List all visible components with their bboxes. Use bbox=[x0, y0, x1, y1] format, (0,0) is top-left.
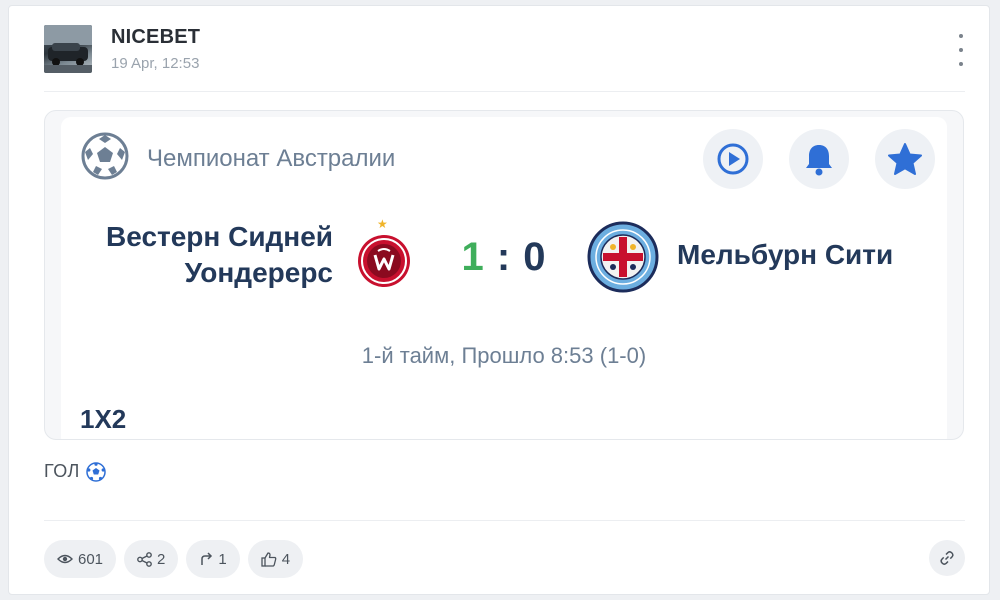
post-text-content: ГОЛ bbox=[44, 461, 80, 481]
divider bbox=[44, 520, 965, 521]
thumbs-up-icon bbox=[261, 551, 277, 567]
market-title[interactable]: 1X2 bbox=[80, 404, 126, 435]
share-button[interactable]: 2 bbox=[124, 540, 179, 578]
reposts-count: 1 bbox=[218, 550, 227, 568]
play-button[interactable] bbox=[703, 129, 763, 189]
eye-icon bbox=[57, 554, 73, 564]
repost-arrow-icon bbox=[201, 552, 213, 565]
notify-button[interactable] bbox=[789, 129, 849, 189]
post-timestamp: 19 Apr, 12:53 bbox=[111, 55, 200, 72]
away-score: 0 bbox=[523, 235, 547, 279]
post-card: NICEBET 19 Apr, 12:53 Чемпионат Австрали… bbox=[8, 5, 990, 595]
divider bbox=[44, 91, 965, 92]
play-icon bbox=[717, 143, 749, 175]
shares-count: 2 bbox=[157, 550, 166, 568]
soccer-ball-icon bbox=[81, 132, 129, 180]
home-team-name[interactable]: Вестерн Сидней Уондерерс bbox=[81, 219, 333, 291]
match-widget-body: Чемпионат Австралии Вестерн Сидней Уонде… bbox=[61, 117, 947, 439]
score-separator: : bbox=[496, 235, 512, 279]
favorite-team-star-icon: ★ bbox=[377, 217, 388, 231]
post-actions: 601 2 1 4 bbox=[44, 540, 304, 578]
soccer-ball-icon bbox=[86, 461, 106, 482]
home-score: 1 bbox=[461, 235, 485, 279]
views-counter[interactable]: 601 bbox=[44, 540, 117, 578]
away-team-logo[interactable] bbox=[587, 221, 659, 293]
author-avatar[interactable] bbox=[44, 25, 92, 73]
match-score: 1 : 0 bbox=[444, 235, 564, 280]
star-icon bbox=[888, 143, 922, 175]
bell-icon bbox=[806, 145, 832, 176]
away-team-name[interactable]: Мельбурн Сити bbox=[677, 239, 893, 271]
link-icon bbox=[940, 551, 954, 565]
views-count: 601 bbox=[78, 550, 104, 568]
repost-button[interactable]: 1 bbox=[186, 540, 240, 578]
share-icon bbox=[137, 551, 152, 567]
match-status: 1-й тайм, Прошло 8:53 (1-0) bbox=[361, 343, 647, 368]
copy-link-button[interactable] bbox=[929, 540, 965, 576]
favorite-button[interactable] bbox=[875, 129, 935, 189]
more-options-icon[interactable] bbox=[951, 34, 971, 66]
home-team-logo[interactable] bbox=[356, 233, 412, 289]
match-widget[interactable]: Чемпионат Австралии Вестерн Сидней Уонде… bbox=[44, 110, 964, 440]
likes-count: 4 bbox=[281, 550, 291, 568]
like-button[interactable]: 4 bbox=[247, 540, 304, 578]
league-name[interactable]: Чемпионат Австралии bbox=[147, 145, 395, 173]
author-name[interactable]: NICEBET bbox=[111, 26, 200, 49]
post-text: ГОЛ bbox=[44, 461, 106, 482]
